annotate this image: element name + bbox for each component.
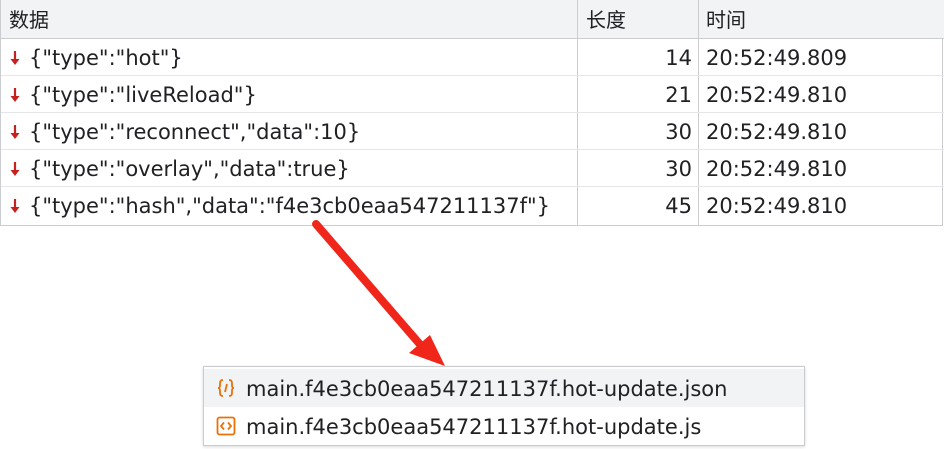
- column-header-length[interactable]: 长度: [586, 0, 626, 38]
- table-row[interactable]: {"type":"hash","data":"f4e3cb0eaa5472111…: [1, 187, 944, 224]
- message-time: 20:52:49.809: [706, 46, 848, 70]
- message-length: 14: [665, 46, 692, 70]
- file-item-json[interactable]: main.f4e3cb0eaa547211137f.hot-update.jso…: [204, 369, 804, 407]
- received-arrow-down-icon: [10, 162, 20, 176]
- message-data: {"type":"overlay","data":true}: [29, 157, 350, 181]
- table-header: 数据 长度 时间: [1, 0, 944, 39]
- table-row[interactable]: {"type":"hot"} 14 20:52:49.809: [1, 39, 944, 76]
- message-data: {"type":"hash","data":"f4e3cb0eaa5472111…: [29, 194, 551, 218]
- message-data: {"type":"reconnect","data":10}: [29, 120, 361, 144]
- message-length: 30: [665, 157, 692, 181]
- websocket-messages-table: 数据 长度 时间 {"type":"hot"} 14 20:52:49.809 {"t…: [0, 0, 944, 226]
- received-arrow-down-icon: [10, 199, 20, 213]
- red-arrow-annotation: [312, 220, 445, 366]
- message-data: {"type":"liveReload"}: [29, 83, 257, 107]
- table-row[interactable]: {"type":"liveReload"} 21 20:52:49.810: [1, 76, 944, 113]
- file-list-popup: main.f4e3cb0eaa547211137f.hot-update.jso…: [203, 366, 805, 446]
- js-file-icon: [216, 416, 236, 436]
- table-row[interactable]: {"type":"reconnect","data":10} 30 20:52:49…: [1, 113, 944, 150]
- json-file-icon: [217, 379, 235, 397]
- message-time: 20:52:49.810: [706, 83, 848, 107]
- received-arrow-down-icon: [10, 51, 20, 65]
- column-header-time[interactable]: 时间: [706, 0, 746, 38]
- message-time: 20:52:49.810: [706, 120, 848, 144]
- column-header-data[interactable]: 数据: [9, 0, 49, 38]
- message-data: {"type":"hot"}: [29, 46, 183, 70]
- message-length: 21: [665, 83, 692, 107]
- message-length: 45: [665, 194, 692, 218]
- message-time: 20:52:49.810: [706, 194, 848, 218]
- table-row[interactable]: {"type":"overlay","data":true} 30 20:52:49…: [1, 150, 944, 187]
- file-name: main.f4e3cb0eaa547211137f.hot-update.js: [246, 415, 702, 439]
- message-time: 20:52:49.810: [706, 157, 848, 181]
- file-name: main.f4e3cb0eaa547211137f.hot-update.jso…: [246, 377, 728, 401]
- message-length: 30: [665, 120, 692, 144]
- received-arrow-down-icon: [10, 125, 20, 139]
- file-item-js[interactable]: main.f4e3cb0eaa547211137f.hot-update.js: [204, 407, 804, 445]
- received-arrow-down-icon: [10, 88, 20, 102]
